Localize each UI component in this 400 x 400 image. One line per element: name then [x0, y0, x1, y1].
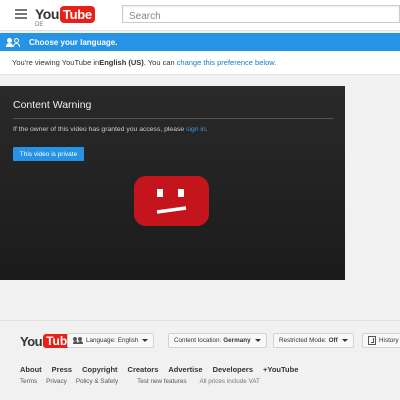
search-input[interactable]: [123, 8, 399, 25]
language-preference-notice: You're viewing YouTube in English (US) .…: [0, 51, 400, 75]
footer-link-creators[interactable]: Creators: [128, 365, 159, 374]
menu-icon[interactable]: [15, 9, 27, 19]
footer-link-press[interactable]: Press: [52, 365, 72, 374]
footer-link-advertise[interactable]: Advertise: [168, 365, 202, 374]
footer-logo-you-text: You: [20, 333, 43, 349]
logo-you-text: You: [35, 6, 59, 22]
history-icon: [368, 336, 376, 345]
change-preference-link[interactable]: change this preference below.: [177, 58, 277, 67]
vat-note: All prices include VAT: [199, 378, 260, 385]
restricted-mode-label: Restricted Mode:: [279, 337, 327, 344]
pref-middle: . You can: [143, 58, 175, 67]
footer: You Tube Language: English Content locat…: [0, 320, 400, 400]
footer-link-terms[interactable]: Terms: [20, 378, 37, 385]
chevron-down-icon: [341, 339, 348, 342]
footer-link-plus-youtube[interactable]: +YouTube: [263, 365, 298, 374]
history-button[interactable]: History: [362, 333, 400, 348]
masthead: You Tube DE: [0, 0, 400, 31]
footer-link-developers[interactable]: Developers: [213, 365, 253, 374]
sad-youtube-icon: [134, 176, 209, 226]
search-box[interactable]: [122, 5, 400, 25]
pref-prefix: You're viewing YouTube in: [12, 58, 100, 67]
restricted-mode-button[interactable]: Restricted Mode: Off: [273, 333, 354, 348]
language-icon: [73, 337, 83, 344]
footer-link-privacy[interactable]: Privacy: [46, 378, 67, 385]
footer-link-policy-safety[interactable]: Policy & Safety: [76, 378, 118, 385]
content-location-value: Germany: [223, 337, 251, 344]
history-label: History: [379, 337, 399, 344]
logo-tube-text: Tube: [59, 5, 95, 23]
message-prefix: If the owner of this video has granted y…: [13, 126, 187, 133]
restricted-mode-value: Off: [328, 337, 338, 344]
footer-secondary-links: Terms Privacy Policy & Safety Test new f…: [20, 378, 260, 385]
footer-link-about[interactable]: About: [20, 365, 42, 374]
private-video-button[interactable]: This video is private: [13, 147, 84, 161]
language-label: Language:: [86, 337, 116, 344]
footer-primary-links: About Press Copyright Creators Advertise…: [20, 365, 298, 374]
footer-link-copyright[interactable]: Copyright: [82, 365, 117, 374]
content-warning-message: If the owner of this video has granted y…: [13, 126, 208, 133]
language-banner: Choose your language.: [0, 33, 400, 51]
message-suffix: .: [205, 126, 208, 133]
footer-link-test-features[interactable]: Test new features: [137, 378, 186, 385]
chevron-down-icon: [254, 339, 261, 342]
country-code: DE: [35, 22, 44, 28]
content-warning-title: Content Warning: [13, 99, 92, 111]
language-picker-button[interactable]: Language: English: [67, 333, 155, 348]
language-value: English: [117, 337, 139, 344]
youtube-logo[interactable]: You Tube: [35, 5, 95, 23]
video-player: Content Warning If the owner of this vid…: [0, 86, 345, 280]
pref-language: English (US): [99, 58, 144, 67]
chevron-down-icon: [142, 339, 149, 342]
content-location-button[interactable]: Content location: Germany: [168, 333, 267, 348]
language-banner-title: Choose your language.: [29, 37, 118, 47]
content-location-label: Content location:: [174, 337, 222, 344]
people-icon: [6, 37, 21, 47]
sign-in-link[interactable]: sign in: [186, 126, 206, 133]
divider: [13, 118, 334, 119]
